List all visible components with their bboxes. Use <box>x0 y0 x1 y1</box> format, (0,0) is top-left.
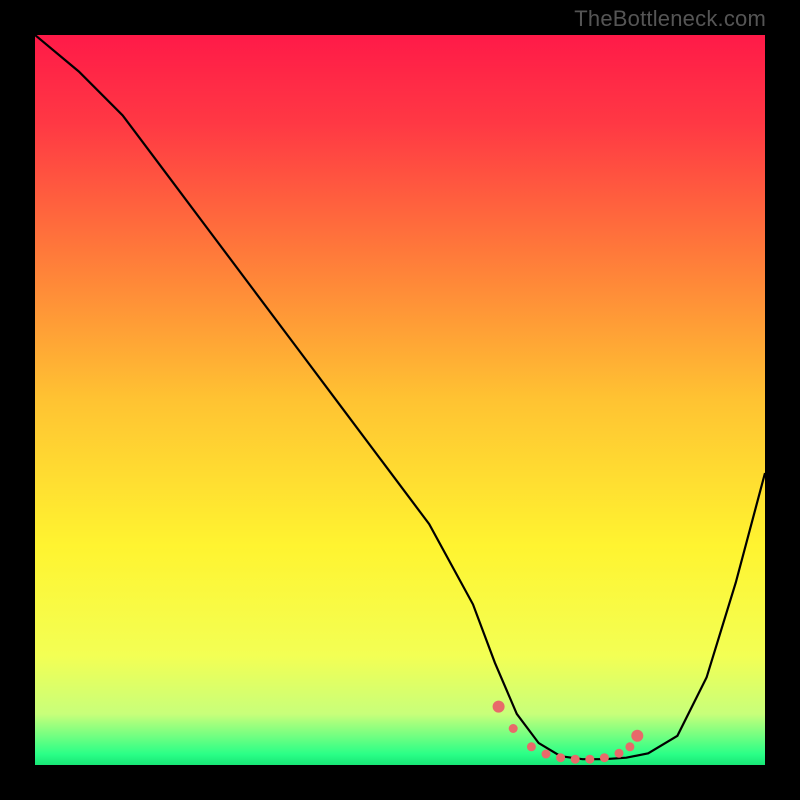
marker-dot <box>631 730 643 742</box>
marker-dot <box>571 755 580 764</box>
marker-dot <box>625 742 634 751</box>
marker-dot <box>542 750 551 759</box>
chart-frame: TheBottleneck.com <box>0 0 800 800</box>
bottleneck-curve <box>35 35 765 765</box>
marker-dot <box>556 753 565 762</box>
marker-dot <box>600 753 609 762</box>
marker-dot <box>493 701 505 713</box>
curve-line <box>35 35 765 759</box>
marker-dot <box>585 755 594 764</box>
marker-dot <box>509 724 518 733</box>
marker-dot <box>615 749 624 758</box>
marker-dot <box>527 742 536 751</box>
watermark-text: TheBottleneck.com <box>574 6 766 32</box>
plot-area <box>35 35 765 765</box>
